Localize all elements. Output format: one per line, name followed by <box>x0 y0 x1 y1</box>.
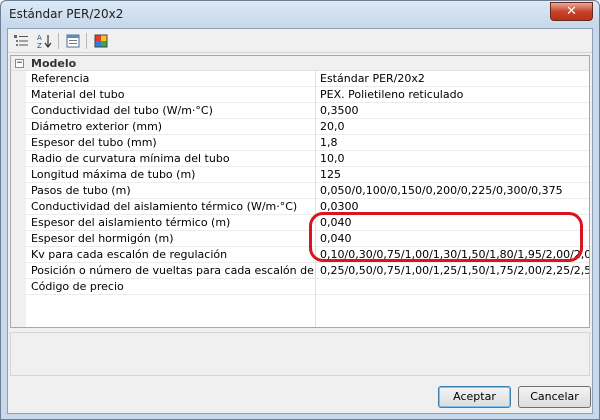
row-gutter <box>11 247 26 263</box>
property-value[interactable]: 0,0300 <box>316 199 589 215</box>
toolbar: A Z <box>8 29 592 53</box>
window-title: Estándar PER/20x2 <box>9 7 124 21</box>
collapse-toggle[interactable]: − <box>15 59 24 68</box>
categorized-icon <box>14 35 28 46</box>
property-value[interactable] <box>316 279 589 295</box>
toolbar-separator <box>58 33 59 49</box>
color-palette-icon <box>94 34 108 48</box>
row-gutter <box>11 119 26 135</box>
property-value[interactable]: Estándar PER/20x2 <box>316 71 589 87</box>
property-name: Kv para cada escalón de regulación <box>26 247 316 263</box>
row-gutter <box>11 295 26 327</box>
category-row-modelo[interactable]: − Modelo <box>11 56 589 71</box>
property-name: Código de precio <box>26 279 316 295</box>
property-row[interactable]: Longitud máxima de tubo (m) 125 <box>11 167 589 183</box>
property-row[interactable]: Material del tubo PEX. Polietileno retic… <box>11 87 589 103</box>
cancel-button[interactable]: Cancelar <box>518 386 591 408</box>
property-name: Pasos de tubo (m) <box>26 183 316 199</box>
dialog-client: A Z − Modelo Referencia Estándar PER/20x… <box>7 28 593 414</box>
property-row[interactable]: Posición o número de vueltas para cada e… <box>11 263 589 279</box>
property-value[interactable]: 0,10/0,30/0,75/1,00/1,30/1,50/1,80/1,95/… <box>316 247 589 263</box>
svg-text:Z: Z <box>37 42 42 49</box>
close-icon: ✕ <box>566 4 577 19</box>
property-value[interactable]: 0,25/0,50/0,75/1,00/1,25/1,50/1,75/2,00/… <box>316 263 589 279</box>
row-gutter <box>11 279 26 295</box>
color-palette-button[interactable] <box>92 32 110 50</box>
row-gutter <box>11 215 26 231</box>
property-row[interactable]: Conductividad del aislamiento térmico (W… <box>11 199 589 215</box>
property-name: Espesor del aislamiento térmico (m) <box>26 215 316 231</box>
property-value[interactable]: 0,040 <box>316 231 589 247</box>
property-row[interactable]: Espesor del hormigón (m) 0,040 <box>11 231 589 247</box>
property-name: Espesor del hormigón (m) <box>26 231 316 247</box>
property-name: Conductividad del aislamiento térmico (W… <box>26 199 316 215</box>
row-gutter <box>11 151 26 167</box>
property-row[interactable]: Código de precio <box>11 279 589 295</box>
property-row[interactable]: Kv para cada escalón de regulación 0,10/… <box>11 247 589 263</box>
property-value[interactable]: PEX. Polietileno reticulado <box>316 87 589 103</box>
row-gutter <box>11 135 26 151</box>
description-panel <box>10 332 590 376</box>
property-name: Diámetro exterior (mm) <box>26 119 316 135</box>
row-gutter <box>11 167 26 183</box>
property-value[interactable]: 0,040 <box>316 215 589 231</box>
row-gutter <box>11 263 26 279</box>
property-name: Espesor del tubo (mm) <box>26 135 316 151</box>
property-row[interactable]: Radio de curvatura mínima del tubo 10,0 <box>11 151 589 167</box>
property-row[interactable]: Conductividad del tubo (W/m·°C) 0,3500 <box>11 103 589 119</box>
sort-alphabetical-button[interactable]: A Z <box>36 32 54 50</box>
property-value[interactable]: 0,3500 <box>316 103 589 119</box>
empty-grid-area <box>11 295 589 327</box>
property-row[interactable]: Diámetro exterior (mm) 20,0 <box>11 119 589 135</box>
property-grid: − Modelo Referencia Estándar PER/20x2 Ma… <box>10 55 590 328</box>
empty-name-column <box>26 295 316 327</box>
property-pages-icon <box>66 34 80 48</box>
property-name: Longitud máxima de tubo (m) <box>26 167 316 183</box>
accept-button[interactable]: Aceptar <box>438 386 511 408</box>
property-value[interactable]: 125 <box>316 167 589 183</box>
categorized-button[interactable] <box>12 32 30 50</box>
row-gutter <box>11 71 26 87</box>
property-row[interactable]: Pasos de tubo (m) 0,050/0,100/0,150/0,20… <box>11 183 589 199</box>
title-bar[interactable]: Estándar PER/20x2 ✕ <box>1 1 599 27</box>
row-gutter <box>11 231 26 247</box>
category-label: Modelo <box>31 57 77 70</box>
svg-text:A: A <box>37 34 42 42</box>
row-gutter <box>11 87 26 103</box>
property-name: Referencia <box>26 71 316 87</box>
property-row[interactable]: Espesor del tubo (mm) 1,8 <box>11 135 589 151</box>
close-button[interactable]: ✕ <box>550 2 593 21</box>
row-gutter <box>11 183 26 199</box>
property-value[interactable]: 0,050/0,100/0,150/0,200/0,225/0,300/0,37… <box>316 183 589 199</box>
property-name: Radio de curvatura mínima del tubo <box>26 151 316 167</box>
property-value[interactable]: 1,8 <box>316 135 589 151</box>
toolbar-separator <box>86 33 87 49</box>
property-row[interactable]: Referencia Estándar PER/20x2 <box>11 71 589 87</box>
property-value[interactable]: 10,0 <box>316 151 589 167</box>
row-gutter <box>11 199 26 215</box>
property-value[interactable]: 20,0 <box>316 119 589 135</box>
dialog-window: Estándar PER/20x2 ✕ A Z − Modelo Referen… <box>0 0 600 420</box>
property-pages-button[interactable] <box>64 32 82 50</box>
property-name: Material del tubo <box>26 87 316 103</box>
row-gutter <box>11 103 26 119</box>
property-name: Conductividad del tubo (W/m·°C) <box>26 103 316 119</box>
property-name: Posición o número de vueltas para cada e… <box>26 263 316 279</box>
property-row[interactable]: Espesor del aislamiento térmico (m) 0,04… <box>11 215 589 231</box>
sort-alpha-icon: A Z <box>37 34 52 49</box>
